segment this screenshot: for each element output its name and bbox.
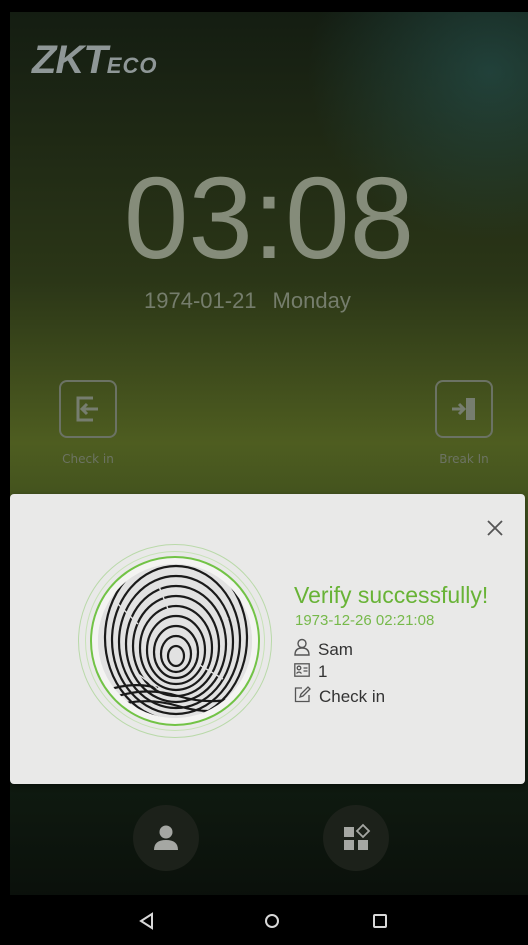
back-triangle-icon[interactable]	[133, 907, 161, 935]
break-in-shortcut[interactable]: Break In	[424, 380, 504, 466]
clock-date: 1974-01-21 Monday	[144, 288, 351, 314]
android-nav-bar	[0, 895, 528, 945]
brand-logo: ZKTeco	[32, 38, 157, 83]
home-circle-icon[interactable]	[258, 907, 286, 935]
close-icon[interactable]	[481, 514, 509, 542]
verify-mode: Check in	[319, 687, 386, 706]
id-card-icon	[294, 662, 318, 682]
main-menu-button[interactable]	[323, 805, 389, 871]
recent-square-icon[interactable]	[366, 907, 394, 935]
verify-result-dialog: Verify successfully! 1973-12-26 02:21:08…	[10, 494, 525, 784]
logo-sub: eco	[106, 53, 158, 78]
date-text: 1974-01-21	[144, 288, 257, 313]
user-icon	[154, 825, 178, 850]
menu-grid-icon	[344, 823, 371, 850]
user-name: Sam	[318, 639, 353, 659]
user-id: 1	[318, 662, 328, 681]
edit-icon	[294, 686, 319, 708]
check-in-label: Check in	[62, 452, 114, 466]
fingerprint-ring-inner	[90, 556, 260, 726]
logo-main: ZKT	[32, 38, 108, 82]
verify-timestamp: 1973-12-26 02:21:08	[295, 612, 435, 629]
user-id-row: 1	[294, 662, 327, 682]
break-in-label: Break In	[439, 452, 489, 466]
clock-time: 03:08	[123, 153, 415, 283]
break-in-icon	[435, 380, 493, 438]
user-button[interactable]	[133, 805, 199, 871]
fingerprint-frame	[78, 544, 272, 738]
verify-mode-row: Check in	[294, 686, 385, 708]
check-in-shortcut[interactable]: Check in	[48, 380, 128, 466]
fingerprint-ring	[85, 551, 265, 731]
fingerprint-image	[98, 564, 252, 718]
weekday-text: Monday	[272, 288, 351, 313]
verify-status: Verify successfully!	[294, 582, 489, 608]
user-name-row: Sam	[294, 638, 353, 661]
user-icon	[294, 638, 318, 661]
check-in-icon	[59, 380, 117, 438]
